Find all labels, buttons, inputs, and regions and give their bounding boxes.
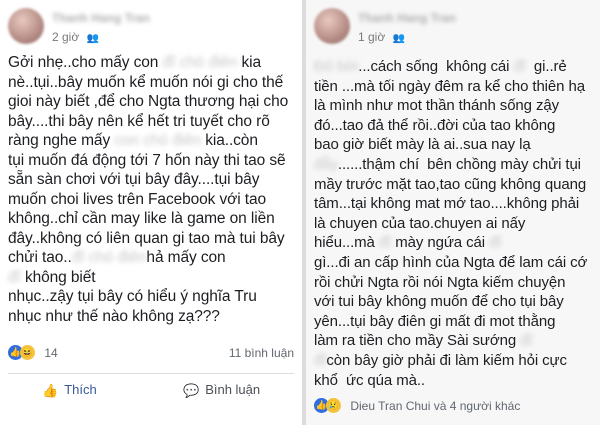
author-name[interactable]: Thanh Hang Tran xyxy=(358,11,456,25)
comment-count[interactable]: 11 bình luận xyxy=(229,346,294,360)
author-name[interactable]: Thanh Hang Tran xyxy=(52,11,150,25)
reactions-bar[interactable]: 👍😢 Dieu Tran Chui và 4 người khác xyxy=(314,398,592,418)
text-segment: không biết nhục..zậy tụi bây có hiểu ý n… xyxy=(8,268,257,325)
globe-icon: 👥 xyxy=(392,33,406,44)
text-segment: Gởi nhẹ..cho mấy con xyxy=(8,54,163,71)
censored-word: đĩ chó điên xyxy=(162,54,238,71)
left-post: Thanh Hang Tran 2 giờ 👥 Gởi nhẹ..cho mấy… xyxy=(0,0,302,425)
text-segment: gì...đi an cấp hình của Ngta để lam cái … xyxy=(314,253,588,350)
avatar[interactable] xyxy=(8,8,44,44)
post-header: Thanh Hang Tran 1 giờ 👥 xyxy=(314,6,592,52)
post-header: Thanh Hang Tran 2 giờ 👥 xyxy=(8,6,294,52)
haha-icon: 😆 xyxy=(20,345,35,361)
right-post: Thanh Hang Tran 1 giờ 👥 Đỏ bời...cách số… xyxy=(306,0,600,425)
censored-word: đẫy xyxy=(314,155,338,173)
text-segment: ...cách sống không cái xyxy=(358,58,514,75)
avatar[interactable] xyxy=(314,8,350,44)
text-segment: mày ngứa cái xyxy=(391,234,490,252)
reactions-bar[interactable]: 👍😆 14 11 bình luận xyxy=(8,345,294,365)
text-segment: kia..còn tụi muốn đá động tới 7 hốn này … xyxy=(8,132,286,266)
post-text: Đỏ bời...cách sống không cái đĩ gi..rẻ t… xyxy=(314,57,594,390)
thumbs-up-icon: 👍 xyxy=(42,382,59,398)
censored-word: đĩ xyxy=(8,268,21,286)
reaction-names[interactable]: Dieu Tran Chui và 4 người khác xyxy=(350,399,520,413)
globe-icon: 👥 xyxy=(86,33,100,44)
text-segment: hả mấy con xyxy=(146,249,226,266)
comment-button[interactable]: 💬 Bình luận xyxy=(183,382,260,399)
like-button[interactable]: 👍 Thích xyxy=(42,382,97,399)
censored-word: đĩ chó điên xyxy=(71,249,147,266)
censored-word: con chó điên xyxy=(114,132,202,149)
sad-icon: 😢 xyxy=(326,398,341,414)
reaction-count[interactable]: 14 xyxy=(44,346,57,360)
censored-word: đĩ xyxy=(314,351,327,369)
post-text: Gởi nhẹ..cho mấy con đĩ chó điên kia nè.… xyxy=(8,53,296,326)
text-segment: còn bây giờ phải đi làm kiếm hỏi cực khổ… xyxy=(314,351,567,389)
comment-bubble-icon: 💬 xyxy=(183,382,200,398)
post-time[interactable]: 1 giờ xyxy=(358,30,385,44)
censored-word: đĩ xyxy=(378,234,392,252)
comment-label: Bình luận xyxy=(205,382,261,397)
post-meta: 1 giờ 👥 xyxy=(358,30,405,44)
post-meta: 2 giờ 👥 xyxy=(52,30,99,44)
censored-word: Đỏ bời xyxy=(314,58,359,75)
censored-word: đĩ xyxy=(489,234,502,252)
post-time[interactable]: 2 giờ xyxy=(52,30,79,44)
action-bar: 👍 Thích 💬 Bình luận xyxy=(8,373,294,408)
censored-word: đĩ xyxy=(520,332,533,350)
censored-word: đĩ xyxy=(513,58,526,75)
like-label: Thích xyxy=(64,382,97,397)
